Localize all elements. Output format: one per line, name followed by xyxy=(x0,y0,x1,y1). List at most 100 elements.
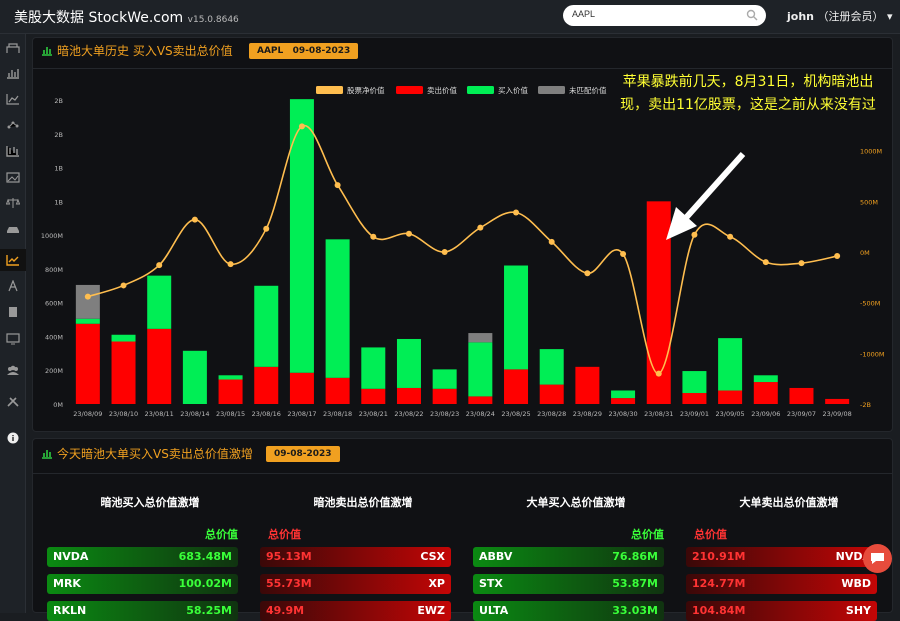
bar-segment xyxy=(218,379,243,404)
x-axis-tick: 23/09/06 xyxy=(751,410,780,418)
bar-segment xyxy=(254,285,279,367)
bar-segment xyxy=(468,342,493,397)
surge-row[interactable]: NVDA 683.48M xyxy=(47,547,238,567)
surge-row[interactable]: STX 53.87M xyxy=(473,574,664,594)
bar-segment xyxy=(789,387,814,404)
x-axis-tick: 23/08/29 xyxy=(573,410,602,418)
bar-segment xyxy=(325,239,350,378)
bar-segment xyxy=(111,341,136,404)
divider xyxy=(33,473,892,474)
right-axis-tick: 1000M xyxy=(860,148,882,156)
x-axis-tick: 23/08/14 xyxy=(180,410,209,418)
total-value: 124.77M xyxy=(692,577,746,590)
line-point xyxy=(405,230,412,237)
x-axis-tick: 23/08/11 xyxy=(145,410,174,418)
legend-swatch xyxy=(538,86,565,94)
bar-segment xyxy=(432,369,457,389)
bar-segment xyxy=(504,265,529,370)
column-title: 暗池买入总价值激增 xyxy=(100,496,200,509)
left-axis-tick: 400M xyxy=(45,333,63,341)
x-axis-tick: 23/08/17 xyxy=(287,410,316,418)
left-axis-tick: 200M xyxy=(45,367,63,375)
total-value: 100.02M xyxy=(178,577,232,590)
net-value-line xyxy=(87,124,838,375)
left-axis-tick: 800M xyxy=(45,266,63,274)
bar-segment xyxy=(539,384,564,404)
x-axis-tick: 23/08/30 xyxy=(608,410,637,418)
surge-row[interactable]: ULTA 33.03M xyxy=(473,601,664,621)
chart-annotation: 苹果暴跌前几天，8月31日，机构暗池出现，卖出11亿股票，这是之前从来没有过 xyxy=(620,74,876,113)
legend-swatch xyxy=(396,86,423,94)
surge-row[interactable]: EWZ 49.9M xyxy=(260,601,451,621)
bar-segment xyxy=(254,366,279,404)
bar-segment xyxy=(575,366,600,404)
surge-row[interactable]: CSX 95.13M xyxy=(260,547,451,567)
line-point xyxy=(84,293,91,300)
line-point xyxy=(798,260,805,267)
ticker-symbol: RKLN xyxy=(53,604,87,617)
line-point xyxy=(727,233,734,240)
x-axis-tick: 23/08/23 xyxy=(430,410,459,418)
line-point xyxy=(548,238,555,245)
x-axis-tick: 23/08/15 xyxy=(216,410,245,418)
column-header-total: 总价值 xyxy=(268,528,301,541)
legend-label: 买入价值 xyxy=(498,85,528,95)
left-axis-tick: 2B xyxy=(54,97,63,105)
x-axis-tick: 23/08/09 xyxy=(73,410,102,418)
x-axis-tick: 23/08/24 xyxy=(466,410,495,418)
line-point xyxy=(834,253,841,260)
surge-row[interactable]: NVDA 210.91M xyxy=(686,547,877,567)
surge-row[interactable]: SHY 104.84M xyxy=(686,601,877,621)
ticker-symbol: ABBV xyxy=(479,550,513,563)
bar-segment xyxy=(396,387,421,404)
x-axis-tick: 23/09/08 xyxy=(823,410,852,418)
surge-row[interactable]: XP 55.73M xyxy=(260,574,451,594)
bar-segment xyxy=(682,393,707,404)
surge-row[interactable]: ABBV 76.86M xyxy=(473,547,664,567)
bar-segment xyxy=(75,318,100,324)
total-value: 95.13M xyxy=(266,550,312,563)
bar-segment xyxy=(753,382,778,404)
bar-segment xyxy=(539,349,564,385)
right-axis-tick: -500M xyxy=(860,300,880,308)
bar-segment xyxy=(147,328,172,404)
bar-segment xyxy=(718,390,743,404)
total-value: 49.9M xyxy=(266,604,305,617)
x-axis-tick: 23/08/16 xyxy=(252,410,281,418)
column-header-total: 总价值 xyxy=(631,528,664,541)
chat-button[interactable] xyxy=(863,544,892,573)
left-axis-tick: 600M xyxy=(45,300,63,308)
x-axis-tick: 23/08/22 xyxy=(394,410,423,418)
total-value: 683.48M xyxy=(178,550,232,563)
bar-segment xyxy=(718,338,743,391)
x-axis-tick: 23/08/21 xyxy=(359,410,388,418)
bar-segment xyxy=(753,375,778,383)
left-axis-tick: 0M xyxy=(53,401,63,409)
bar-segment xyxy=(682,371,707,394)
x-axis-tick: 23/09/07 xyxy=(787,410,816,418)
bar-segment xyxy=(432,388,457,404)
ticker-symbol: SHY xyxy=(845,604,871,617)
column-title: 大单买入总价值激增 xyxy=(526,496,626,509)
total-value: 210.91M xyxy=(692,550,746,563)
surge-row[interactable]: RKLN 58.25M xyxy=(47,601,238,621)
bar-segment xyxy=(611,398,636,404)
panel-title: 今天暗池大单买入VS卖出总价值激增 xyxy=(41,445,253,462)
surge-row[interactable]: WBD 124.77M xyxy=(686,574,877,594)
chat-icon xyxy=(871,553,884,564)
line-point xyxy=(370,233,377,240)
legend-label: 卖出价值 xyxy=(427,85,457,95)
surge-row[interactable]: MRK 100.02M xyxy=(47,574,238,594)
right-axis-tick: -2B xyxy=(860,401,871,409)
line-point xyxy=(584,270,591,277)
right-axis-tick: -1000M xyxy=(860,350,885,358)
ticker-symbol: CSX xyxy=(420,550,445,563)
total-value: 104.84M xyxy=(692,604,746,617)
bar-segment xyxy=(504,369,529,404)
bar-segment xyxy=(147,275,172,329)
bar-segment xyxy=(396,338,421,388)
ticker-symbol: EWZ xyxy=(417,604,445,617)
bar-segment xyxy=(825,398,850,404)
bar-segment xyxy=(75,323,100,404)
bar-chart-icon xyxy=(42,450,52,459)
